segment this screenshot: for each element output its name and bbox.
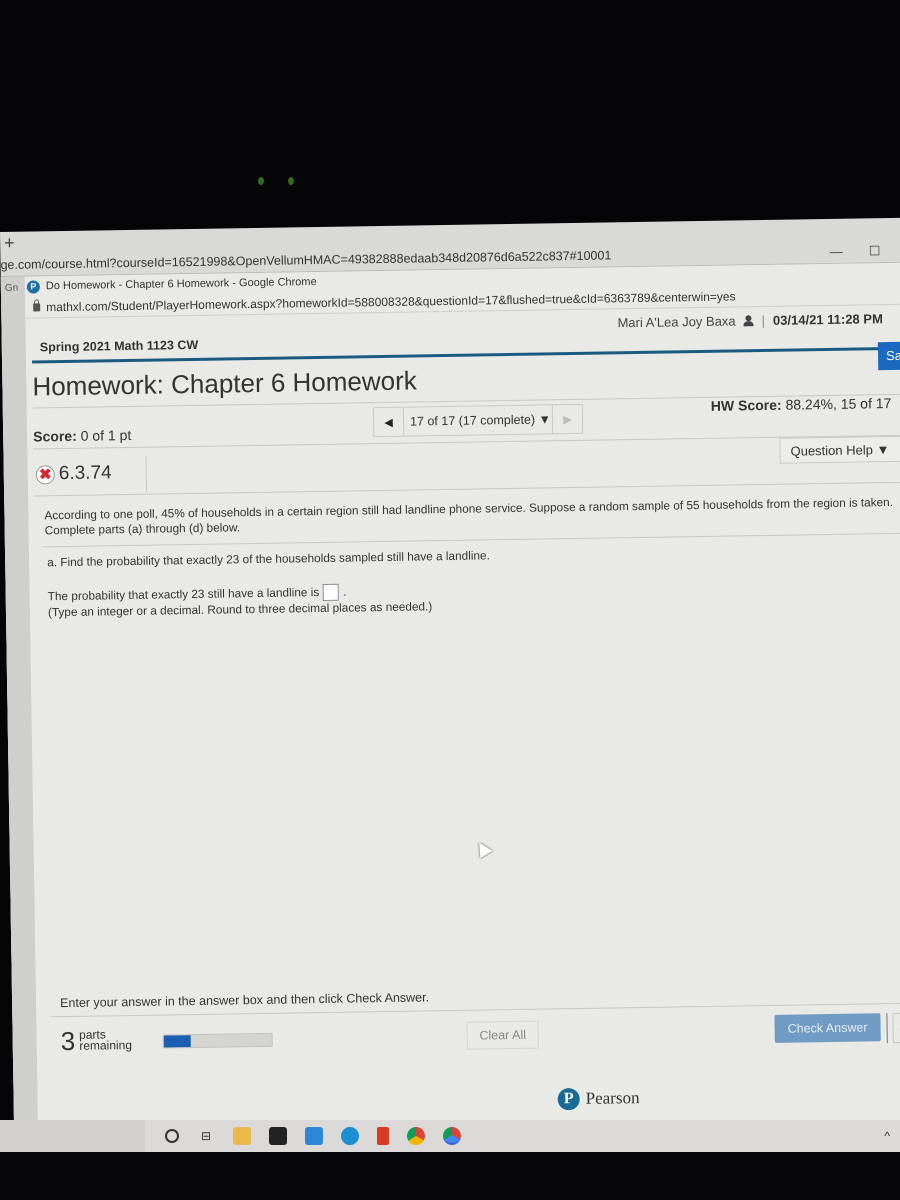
office-icon[interactable]	[377, 1127, 389, 1145]
parts-label-line2: remaining	[79, 1038, 133, 1053]
microsoft-store-icon[interactable]	[269, 1127, 287, 1145]
instruction-text: Enter your answer in the answer box and …	[60, 990, 430, 1011]
minimize-button[interactable]: —	[830, 241, 843, 263]
divider	[886, 1013, 888, 1044]
incorrect-x-icon: ✖	[35, 464, 55, 484]
question-score: Score: 0 of 1 pt	[33, 427, 131, 445]
header-separator: |	[761, 312, 766, 329]
question-navigator: ◀ 17 of 17 (17 complete) ▼ ▶	[372, 403, 584, 438]
monitor-bezel-top	[0, 0, 900, 240]
parts-progress-bar	[162, 1032, 273, 1049]
taskbar-left-area	[0, 1120, 145, 1152]
question-number-label: ✖ 6.3.74	[35, 462, 112, 485]
parts-remaining-label: parts remaining	[79, 1027, 133, 1053]
previous-question-button[interactable]: ◀	[373, 407, 405, 437]
file-explorer-icon[interactable]	[233, 1127, 251, 1145]
next-question-button[interactable]: ▶	[551, 404, 583, 434]
pearson-logo: P Pearson	[557, 1087, 640, 1111]
hw-score-label: HW Score:	[710, 396, 782, 414]
question-part-a: a. Find the probability that exactly 23 …	[29, 542, 900, 621]
mouse-cursor-icon	[473, 838, 493, 859]
question-selector-dropdown[interactable]: 17 of 17 (17 complete) ▼	[404, 412, 552, 428]
parts-remaining-count: 3	[60, 1025, 76, 1057]
led-indicator	[258, 177, 264, 185]
pearson-favicon-icon: P	[26, 279, 40, 294]
pearson-logo-icon: P	[557, 1088, 580, 1111]
monitor-bezel-bottom	[0, 1152, 900, 1200]
hw-score-value: 88.24%, 15 of 17	[785, 395, 892, 413]
score-value: 0 of 1 pt	[80, 426, 132, 444]
edge-icon[interactable]	[341, 1127, 359, 1145]
question-help-button[interactable]: Question Help ▼	[779, 435, 900, 464]
hw-score: HW Score: 88.24%, 15 of 17	[711, 395, 892, 414]
system-tray-chevron-icon[interactable]: ^	[884, 1129, 890, 1143]
homework-popup-window: Gn P Do Homework - Chapter 6 Homework - …	[0, 261, 900, 1153]
user-info: Mari A'Lea Joy Baxa | 03/14/21 11:28 PM	[617, 311, 883, 330]
search-icon[interactable]	[165, 1129, 179, 1143]
maximize-button[interactable]: ☐	[869, 240, 881, 262]
led-indicator	[288, 177, 294, 185]
popup-title: Do Homework - Chapter 6 Homework - Googl…	[45, 276, 317, 293]
datetime: 03/14/21 11:28 PM	[772, 311, 883, 328]
clear-all-button[interactable]: Clear All	[466, 1020, 539, 1050]
course-name: Spring 2021 Math 1123 CW	[39, 337, 199, 355]
parts-remaining: 3 parts remaining	[60, 1025, 133, 1057]
progress-fill	[163, 1035, 191, 1048]
back-button[interactable]: ◀	[892, 1012, 900, 1044]
save-button[interactable]: Sa	[877, 341, 900, 371]
score-label: Score:	[33, 427, 77, 445]
check-answer-button[interactable]: Check Answer	[774, 1013, 881, 1043]
window-controls: — ☐	[830, 240, 900, 263]
answer-suffix: .	[343, 584, 347, 599]
popup-body: P Do Homework - Chapter 6 Homework - Goo…	[24, 262, 900, 1153]
answer-input[interactable]	[323, 583, 340, 601]
divider	[145, 455, 148, 492]
question-number: 6.3.74	[58, 462, 112, 485]
user-icon[interactable]	[744, 315, 754, 326]
lock-icon	[33, 302, 41, 311]
task-view-icon[interactable]: ⊟	[197, 1127, 215, 1145]
pearson-wordmark: Pearson	[585, 1088, 640, 1108]
page-title: Homework: Chapter 6 Homework	[32, 365, 417, 402]
windows-taskbar: ⊟ ^	[0, 1120, 900, 1152]
new-tab-button[interactable]: +	[4, 233, 15, 253]
chrome-icon[interactable]	[407, 1127, 425, 1145]
chrome-profile-icon[interactable]	[443, 1127, 461, 1145]
screen: + ge.com/course.html?courseId=16521998&O…	[0, 217, 900, 1153]
part-a-prompt: a. Find the probability that exactly 23 …	[47, 548, 490, 570]
mail-icon[interactable]	[305, 1127, 323, 1145]
user-name[interactable]: Mari A'Lea Joy Baxa	[617, 313, 735, 330]
